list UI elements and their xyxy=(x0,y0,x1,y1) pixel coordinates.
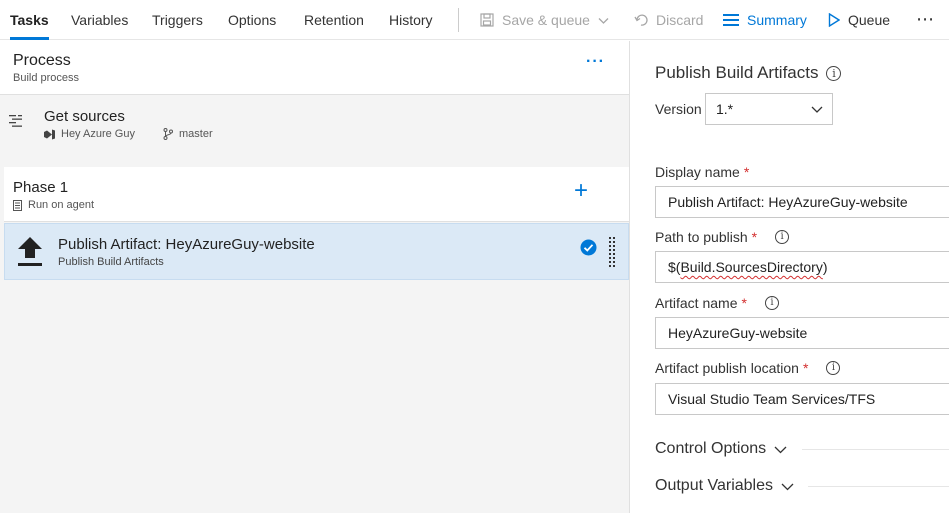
get-sources-title: Get sources xyxy=(44,108,125,125)
version-select[interactable]: 1.* xyxy=(705,93,833,125)
queue-button[interactable]: Queue xyxy=(828,0,890,40)
tab-history[interactable]: History xyxy=(389,0,433,40)
phase-subtitle: Run on agent xyxy=(13,199,94,211)
phase-subtitle-label: Run on agent xyxy=(28,199,95,211)
process-subtitle: Build process xyxy=(13,72,80,84)
summary-label: Summary xyxy=(747,12,807,28)
tab-retention[interactable]: Retention xyxy=(304,0,364,40)
process-more-button[interactable]: ··· xyxy=(586,53,605,71)
repo-info: Hey Azure Guy xyxy=(44,128,135,140)
branch-name: master xyxy=(179,128,213,140)
tab-options[interactable]: Options xyxy=(228,0,276,40)
output-variables-section[interactable]: Output Variables xyxy=(655,477,794,495)
summary-button[interactable]: Summary xyxy=(723,0,807,40)
branch-info: master xyxy=(163,128,213,140)
tab-variables[interactable]: Variables xyxy=(71,0,128,40)
artifact-publish-location-select[interactable]: Visual Studio Team Services/TFS xyxy=(655,383,949,415)
version-value: 1.* xyxy=(716,101,734,117)
chevron-down-icon xyxy=(811,106,823,113)
toolbar-divider xyxy=(458,8,459,32)
path-to-publish-label-text: Path to publish xyxy=(655,229,748,245)
required-marker: * xyxy=(743,164,750,180)
artifact-name-field[interactable]: HeyAzureGuy-website xyxy=(655,317,949,349)
display-name-label: Display name * xyxy=(655,164,749,180)
tab-tasks[interactable]: Tasks xyxy=(10,0,49,40)
section-divider xyxy=(802,449,949,450)
chevron-down-icon xyxy=(774,446,787,453)
vsts-icon xyxy=(44,129,55,139)
chevron-down-icon xyxy=(598,17,609,24)
discard-button[interactable]: Discard xyxy=(634,0,703,40)
upload-icon xyxy=(18,237,42,266)
task-subtitle: Publish Build Artifacts xyxy=(58,256,164,268)
queue-label: Queue xyxy=(848,12,891,28)
branch-icon xyxy=(163,128,173,140)
agent-icon xyxy=(13,199,22,211)
toolbar: Tasks Variables Triggers Options Retenti… xyxy=(0,0,949,40)
path-value-prefix: $( xyxy=(668,259,681,275)
details-title: Publish Build Artifacts i xyxy=(655,63,842,83)
artifact-publish-location-label-text: Artifact publish location xyxy=(655,360,799,376)
drag-handle-icon[interactable] xyxy=(609,237,615,267)
info-icon[interactable]: i xyxy=(826,65,842,81)
path-to-publish-field[interactable]: $(Build.SourcesDirectory) xyxy=(655,251,949,283)
control-options-label: Control Options xyxy=(655,440,767,457)
get-sources-item[interactable]: Get sources Hey Azure Guy master xyxy=(0,96,629,153)
artifact-name-label-text: Artifact name xyxy=(655,295,738,311)
checkmark-icon[interactable] xyxy=(580,239,597,256)
task-publish-artifact[interactable]: Publish Artifact: HeyAzureGuy-website Pu… xyxy=(4,223,629,280)
artifact-publish-location-label: Artifact publish location * i xyxy=(655,360,841,376)
source-list-icon xyxy=(9,115,22,127)
chevron-down-icon xyxy=(781,483,794,490)
path-to-publish-label: Path to publish * i xyxy=(655,229,790,245)
repo-name: Hey Azure Guy xyxy=(61,128,135,140)
path-value-variable: Build.SourcesDirectory xyxy=(680,259,823,275)
phase-header[interactable]: Phase 1 Run on agent + xyxy=(4,167,629,222)
display-name-field[interactable]: Publish Artifact: HeyAzureGuy-website xyxy=(655,186,949,218)
save-queue-label: Save & queue xyxy=(502,12,590,28)
list-icon xyxy=(723,14,739,26)
required-marker: * xyxy=(741,295,747,311)
undo-icon xyxy=(634,14,648,26)
version-label: Version xyxy=(655,101,702,117)
save-icon xyxy=(480,13,494,27)
discard-label: Discard xyxy=(656,12,704,28)
task-details-pane: Publish Build Artifacts i Version 1.* Di… xyxy=(629,41,949,513)
required-marker: * xyxy=(802,360,809,376)
play-icon xyxy=(828,13,840,27)
process-header[interactable]: Process Build process ··· xyxy=(0,41,629,95)
process-title: Process xyxy=(13,52,71,69)
add-task-button[interactable]: + xyxy=(574,179,588,203)
phase-title: Phase 1 xyxy=(13,179,69,196)
task-title: Publish Artifact: HeyAzureGuy-website xyxy=(58,236,315,253)
artifact-name-label: Artifact name * i xyxy=(655,295,779,311)
info-icon[interactable]: i xyxy=(826,361,841,375)
save-queue-button[interactable]: Save & queue xyxy=(480,0,609,40)
details-title-text: Publish Build Artifacts xyxy=(655,63,819,82)
tab-triggers[interactable]: Triggers xyxy=(152,0,203,40)
info-icon[interactable]: i xyxy=(764,296,779,310)
more-actions-button[interactable]: ⋯ xyxy=(916,9,935,30)
control-options-section[interactable]: Control Options xyxy=(655,440,787,458)
info-icon[interactable]: i xyxy=(775,230,790,244)
output-variables-label: Output Variables xyxy=(655,477,773,494)
pipeline-pane: Process Build process ··· Get sources He… xyxy=(0,41,629,513)
section-divider xyxy=(808,486,949,487)
required-marker: * xyxy=(751,229,758,245)
path-value-suffix: ) xyxy=(822,259,828,275)
display-name-label-text: Display name xyxy=(655,164,740,180)
